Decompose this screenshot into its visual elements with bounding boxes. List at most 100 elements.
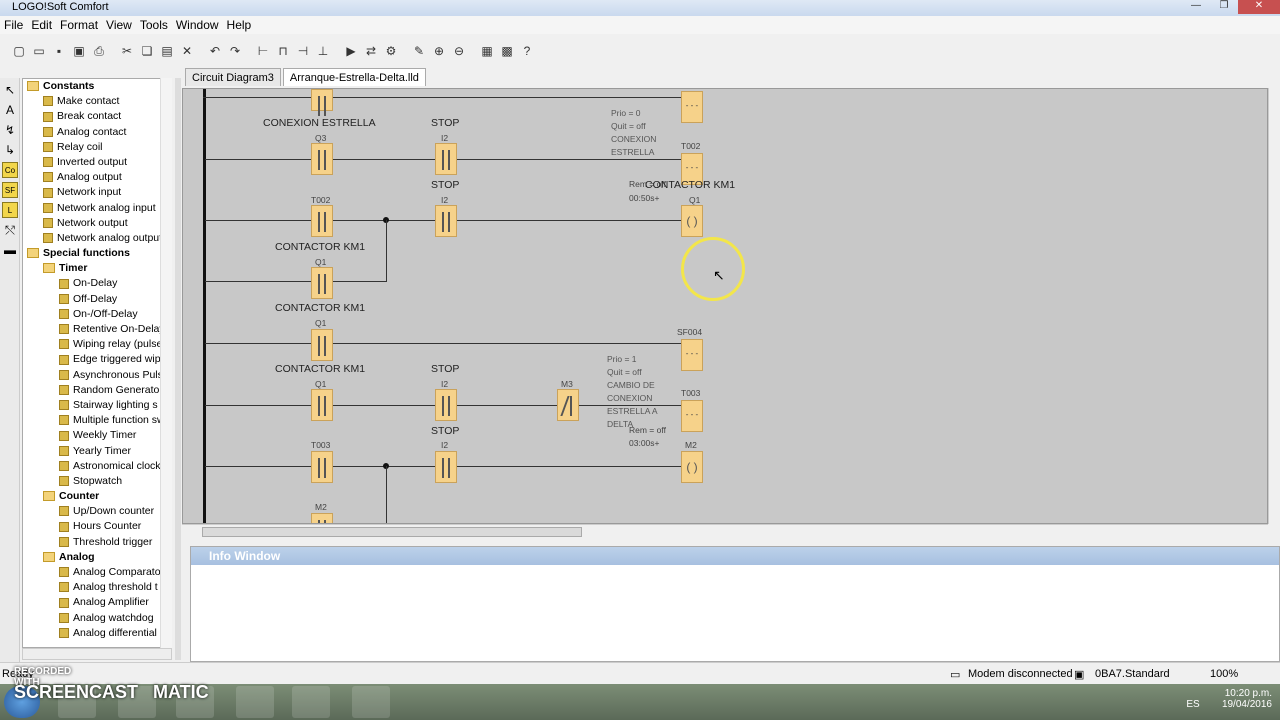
contact-i2-stop[interactable]	[435, 451, 457, 483]
contact-q1[interactable]	[311, 389, 333, 421]
contact-i2-stop[interactable]	[435, 143, 457, 175]
tree-item[interactable]: Retentive On-Delay	[23, 322, 171, 337]
break-contact-m3[interactable]	[557, 389, 579, 421]
tree-item[interactable]: Hours Counter	[23, 519, 171, 534]
menu-tools[interactable]: Tools	[136, 16, 172, 34]
coil-q1[interactable]: ( )	[681, 205, 703, 237]
minimize-button[interactable]: —	[1182, 0, 1210, 14]
cut-connector-icon[interactable]: ⤲	[2, 222, 18, 238]
tree-item[interactable]: Make contact	[23, 94, 171, 109]
tree-item[interactable]: Stairway lighting s	[23, 398, 171, 413]
function-block[interactable]: - - -	[681, 91, 703, 123]
menu-edit[interactable]: Edit	[27, 16, 56, 34]
select-tool-icon[interactable]: ↖	[2, 82, 18, 98]
tree-item[interactable]: Relay coil	[23, 140, 171, 155]
tree-item[interactable]: Analog watchdog	[23, 611, 171, 626]
tree-item[interactable]: Analog contact	[23, 125, 171, 140]
network-tool-icon[interactable]: ▬	[2, 242, 18, 258]
logo-soft-icon[interactable]	[292, 686, 330, 718]
contact-block[interactable]	[311, 89, 333, 116]
pencil-icon[interactable]: ✎	[410, 42, 428, 60]
screencast-icon[interactable]	[352, 686, 390, 718]
skype-icon[interactable]	[236, 686, 274, 718]
menu-window[interactable]: Window	[172, 16, 223, 34]
undo-icon[interactable]: ↶	[206, 42, 224, 60]
contact-m2[interactable]	[311, 513, 333, 523]
tree-group[interactable]: Constants	[23, 79, 171, 94]
timer-block-t003[interactable]: - - -	[681, 400, 703, 432]
tray-time[interactable]: 10:20 p.m.	[1222, 688, 1272, 699]
tree-item[interactable]: Weekly Timer	[23, 428, 171, 443]
close-button[interactable]: ✕	[1238, 0, 1280, 14]
split-tool-icon[interactable]: ↳	[2, 142, 18, 158]
contact-q3[interactable]	[311, 143, 333, 175]
ladder-diagram-canvas[interactable]: - - - CONEXION ESTRELLA STOP Q3 I2 Prio …	[182, 88, 1268, 524]
contact-t002[interactable]	[311, 205, 333, 237]
tree-item[interactable]: Random Generator	[23, 383, 171, 398]
tree-item[interactable]: Inverted output	[23, 155, 171, 170]
tree-item[interactable]: Up/Down counter	[23, 504, 171, 519]
tree-item[interactable]: Analog differential	[23, 626, 171, 641]
tree-item[interactable]: Multiple function sw	[23, 413, 171, 428]
tree-item[interactable]: Network analog input	[23, 201, 171, 216]
scrollbar-thumb[interactable]	[202, 527, 582, 537]
tree-item[interactable]: Analog Amplifier	[23, 595, 171, 610]
help-cursor-icon[interactable]: ?	[518, 42, 536, 60]
contact-i2-stop[interactable]	[435, 389, 457, 421]
tree-group[interactable]: Analog	[23, 550, 171, 565]
tray-language[interactable]: ES	[1186, 699, 1199, 710]
close-file-icon[interactable]: ▪	[50, 42, 68, 60]
align-right-icon[interactable]: ⊣	[294, 42, 312, 60]
cut-icon[interactable]: ✂	[118, 42, 136, 60]
maximize-button[interactable]: ❐	[1210, 0, 1238, 14]
tree-item[interactable]: Astronomical clock	[23, 459, 171, 474]
delete-icon[interactable]: ✕	[178, 42, 196, 60]
copy-icon[interactable]: ❏	[138, 42, 156, 60]
print-icon[interactable]: ⎙	[90, 42, 108, 60]
open-folder-icon[interactable]: ▭	[30, 42, 48, 60]
zoom-in-icon[interactable]: ⊕	[430, 42, 448, 60]
tab-arranque-estrella-delta[interactable]: Arranque-Estrella-Delta.lld	[282, 68, 426, 86]
coil-m2[interactable]: ( )	[681, 451, 703, 483]
tree-item[interactable]: Analog Comparato	[23, 565, 171, 580]
tree-item[interactable]: On-/Off-Delay	[23, 307, 171, 322]
special-functions-tool-icon[interactable]: SF	[2, 182, 18, 198]
tree-item[interactable]: Off-Delay	[23, 292, 171, 307]
tree-item[interactable]: Analog output	[23, 170, 171, 185]
tree-item[interactable]: Yearly Timer	[23, 444, 171, 459]
redo-icon[interactable]: ↷	[226, 42, 244, 60]
connect-tool-icon[interactable]: ↯	[2, 122, 18, 138]
tree-item[interactable]: Break contact	[23, 109, 171, 124]
tree-item[interactable]: Network input	[23, 185, 171, 200]
simulation-icon[interactable]: ▶	[342, 42, 360, 60]
config-icon[interactable]: ⚙	[382, 42, 400, 60]
align-left-icon[interactable]: ⊢	[254, 42, 272, 60]
canvas-horizontal-scrollbar[interactable]	[182, 524, 1268, 538]
tree-item[interactable]: Network analog output	[23, 231, 171, 246]
tree-item[interactable]: Threshold trigger	[23, 535, 171, 550]
tree-item[interactable]: Asynchronous Puls	[23, 368, 171, 383]
align-center-icon[interactable]: ⊓	[274, 42, 292, 60]
tree-item[interactable]: Analog threshold t	[23, 580, 171, 595]
function-block-sf004[interactable]: - - -	[681, 339, 703, 371]
tree-vertical-scrollbar[interactable]	[160, 78, 172, 648]
lad-tool-icon[interactable]: L	[2, 202, 18, 218]
contact-i2-stop[interactable]	[435, 205, 457, 237]
tree-group[interactable]: Special functions	[23, 246, 171, 261]
transfer-icon[interactable]: ⇄	[362, 42, 380, 60]
tree-item[interactable]: Network output	[23, 216, 171, 231]
network-icon[interactable]: ▩	[498, 42, 516, 60]
paste-icon[interactable]: ▤	[158, 42, 176, 60]
text-tool-icon[interactable]: A	[2, 102, 18, 118]
save-icon[interactable]: ▣	[70, 42, 88, 60]
new-file-icon[interactable]: ▢	[10, 42, 28, 60]
contact-q1[interactable]	[311, 329, 333, 361]
tray-date[interactable]: 19/04/2016	[1222, 699, 1272, 710]
grid-icon[interactable]: ▦	[478, 42, 496, 60]
constants-tool-icon[interactable]: Co	[2, 162, 18, 178]
menu-help[interactable]: Help	[223, 16, 256, 34]
tree-item[interactable]: Wiping relay (pulse	[23, 337, 171, 352]
zoom-out-icon[interactable]: ⊖	[450, 42, 468, 60]
align-bottom-icon[interactable]: ⊥	[314, 42, 332, 60]
menu-file[interactable]: File	[0, 16, 27, 34]
